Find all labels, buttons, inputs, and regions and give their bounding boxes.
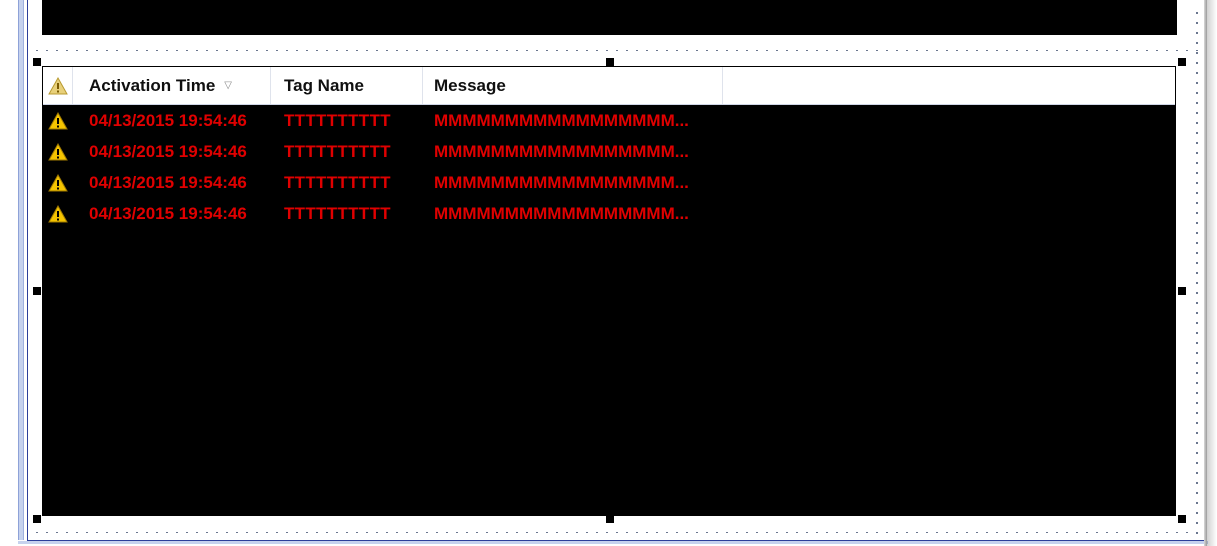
header-tag-name[interactable]: Tag Name (271, 67, 423, 104)
table-row[interactable]: 04/13/2015 19:54:46 TTTTTTTTTT MMMMMMMMM… (43, 136, 1175, 167)
warning-icon (48, 142, 68, 160)
activation-time-cell: 04/13/2015 19:54:46 (89, 141, 247, 161)
resize-handle-bottom[interactable] (606, 515, 614, 523)
resize-handle-bottom-left[interactable] (33, 515, 41, 523)
guide-line-bottom (32, 532, 1204, 533)
header-severity-column[interactable] (43, 67, 73, 104)
resize-handle-top-right[interactable] (1178, 58, 1186, 66)
header-message-label: Message (434, 75, 506, 95)
sort-descending-icon: ▽ (224, 80, 232, 91)
resize-handle-top-left[interactable] (33, 58, 41, 66)
resize-handle-bottom-right[interactable] (1178, 515, 1186, 523)
resize-handle-left[interactable] (33, 287, 41, 295)
header-empty-area (723, 67, 1175, 104)
window-frame-left (18, 0, 24, 540)
window-frame-bottom (18, 541, 1208, 544)
grid-body: 04/13/2015 19:54:46 TTTTTTTTTT MMMMMMMMM… (43, 105, 1175, 229)
table-row[interactable]: 04/13/2015 19:54:46 TTTTTTTTTT MMMMMMMMM… (43, 105, 1175, 136)
activation-time-cell: 04/13/2015 19:54:46 (89, 110, 247, 130)
table-row[interactable]: 04/13/2015 19:54:46 TTTTTTTTTT MMMMMMMMM… (43, 167, 1175, 198)
grid-header: Activation Time ▽ Tag Name Message (43, 67, 1175, 105)
tag-name-cell: TTTTTTTTTT (284, 172, 391, 192)
warning-icon (47, 76, 68, 94)
window-shadow (1207, 0, 1217, 546)
header-message[interactable]: Message (423, 67, 723, 104)
tag-name-cell: TTTTTTTTTT (284, 141, 391, 161)
header-tag-name-label: Tag Name (284, 75, 364, 95)
header-activation-time-label: Activation Time (89, 75, 216, 95)
guide-line-top (32, 50, 1204, 51)
resize-handle-right[interactable] (1178, 287, 1186, 295)
table-row[interactable]: 04/13/2015 19:54:46 TTTTTTTTTT MMMMMMMMM… (43, 198, 1175, 229)
tag-name-cell: TTTTTTTTTT (284, 110, 391, 130)
message-cell: MMMMMMMMMMMMMMMMM... (434, 172, 689, 192)
activation-time-cell: 04/13/2015 19:54:46 (89, 172, 247, 192)
warning-icon (48, 204, 68, 222)
alarm-grid[interactable]: Activation Time ▽ Tag Name Message 04/13… (42, 66, 1176, 516)
warning-icon (48, 173, 68, 191)
window-border-left (27, 0, 28, 540)
warning-icon (48, 111, 68, 129)
resize-handle-top[interactable] (606, 58, 614, 66)
message-cell: MMMMMMMMMMMMMMMMM... (434, 141, 689, 161)
top-control-panel[interactable] (42, 0, 1177, 35)
message-cell: MMMMMMMMMMMMMMMMM... (434, 203, 689, 223)
activation-time-cell: 04/13/2015 19:54:46 (89, 203, 247, 223)
message-cell: MMMMMMMMMMMMMMMMM... (434, 110, 689, 130)
guide-line-right (1196, 8, 1198, 536)
tag-name-cell: TTTTTTTTTT (284, 203, 391, 223)
header-activation-time[interactable]: Activation Time ▽ (73, 67, 271, 104)
